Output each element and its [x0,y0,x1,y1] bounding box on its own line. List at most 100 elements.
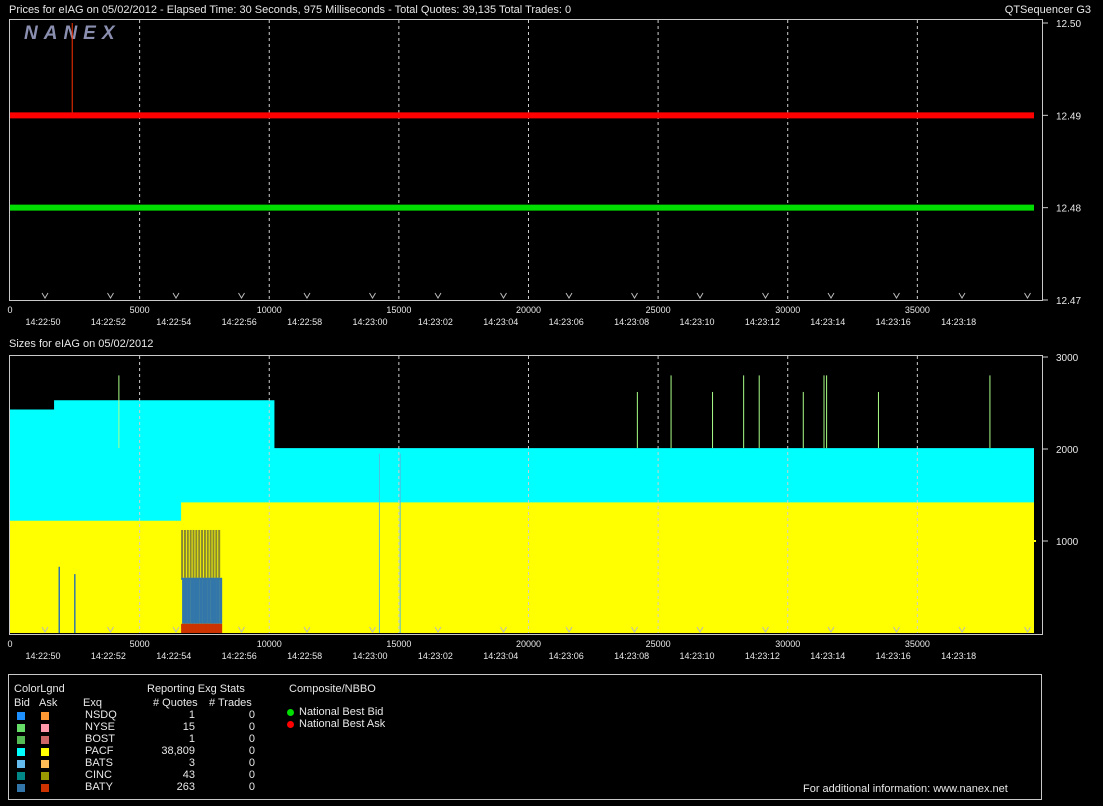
time-tick-label: 14:23:04 [483,651,518,661]
stats-title: Reporting Exg Stats [147,683,245,695]
cluster-bar-top [201,529,204,578]
nba-dot-icon [287,721,294,728]
cluster-bar-top [209,529,212,578]
time-tick-label: 14:23:08 [614,651,649,661]
legend-panel: ColorLgnd Bid Ask Exq Reporting Exg Stat… [8,674,1042,800]
nbb-label: National Best Bid [299,706,384,718]
ask-color-swatch [41,784,49,792]
x-tick-label: 5000 [130,639,150,649]
size-chart: 0 5000 10000 15000 20000 25000 30000 35000 14:22… [7,353,1079,661]
trades-header: # Trades [209,697,252,709]
composite-title: Composite/NBBO [289,683,376,695]
time-tick-label: 14:23:10 [679,651,714,661]
cluster-bar-mid [219,577,223,624]
nbb-dot-icon [287,709,294,716]
cluster-bar-top [203,529,206,578]
x-tick-label: 0 [7,639,12,649]
cluster-bar-mid [216,577,220,624]
cluster-bar-mid [204,577,208,624]
bid-color-swatch [17,712,25,720]
quote-count: 1 [188,709,195,721]
time-tick-label: 14:23:06 [549,651,584,661]
exchange-name: BATY [85,781,113,793]
cluster-bar-top [215,529,218,578]
trade-count: 0 [248,709,255,721]
cluster-bar-mid [199,577,203,624]
cluster-bar-mid [202,577,206,624]
cluster-band [181,577,220,580]
cluster-bar-mid [193,577,197,624]
time-tick-label: 14:23:00 [352,651,387,661]
quote-count: 43 [182,769,195,781]
bid-color-swatch [17,772,25,780]
exchange-name: NYSE [85,721,115,733]
footer-link[interactable]: For additional information: www.nanex.ne… [803,783,1008,795]
cluster-bar-mid [213,577,217,624]
cluster-bar-top [206,529,209,578]
cluster-bar-top [186,529,189,578]
trade-count: 0 [248,757,255,769]
cluster-bar-mid [210,577,214,624]
cluster-bar-mid [190,577,194,624]
x-tick-label: 10000 [257,639,282,649]
y-tick-label: 3000 [1056,353,1079,364]
exchange-name: NSDQ [85,709,117,721]
exchange-name: BATS [85,757,113,769]
quote-count: 1 [188,733,195,745]
exchange-name: BOST [85,733,115,745]
quote-count: 38,809 [161,745,195,757]
y-tick-label: 2000 [1056,445,1079,456]
cluster-bar-top [198,529,201,578]
cluster-bar-mid [196,577,200,624]
bid-color-swatch [17,748,25,756]
nba-label: National Best Ask [299,718,386,730]
time-tick-label: 14:23:12 [745,651,780,661]
cluster-bar-mid [182,577,186,624]
time-tick-label: 14:22:54 [156,651,191,661]
time-tick-label: 14:22:50 [25,651,60,661]
bid-color-swatch [17,760,25,768]
cluster-bar-mid [207,577,211,624]
trade-count: 0 [248,769,255,781]
trade-count: 0 [248,733,255,745]
quotes-header: # Quotes [153,697,198,709]
time-tick-label: 14:23:02 [418,651,453,661]
quote-count: 15 [182,721,195,733]
time-tick-label: 14:23:18 [941,651,976,661]
exchange-name: PACF [85,745,114,757]
ask-color-swatch [41,736,49,744]
cluster-bar-top [195,529,198,578]
x-tick-label: 15000 [386,639,411,649]
quote-count: 3 [188,757,195,769]
cluster-bar-low [218,623,223,633]
cluster-bar-top [212,529,215,578]
legend-title: ColorLgnd [14,683,65,695]
ask-color-swatch [41,772,49,780]
x-tick-label: 20000 [516,639,541,649]
bid-color-swatch [17,784,25,792]
time-tick-label: 14:22:58 [287,651,322,661]
quote-count: 263 [176,781,195,793]
trade-count: 0 [248,745,255,757]
legend-ask-header: Ask [39,697,58,709]
cluster-bar-top [181,529,184,578]
cluster-bar-mid [184,577,188,624]
cluster-bar-mid [187,577,191,624]
y-tick-label: 1000 [1056,537,1079,548]
trade-count: 0 [248,781,255,793]
legend-exq-header: Exq [83,697,102,709]
time-tick-label: 14:23:14 [810,651,845,661]
x-tick-label: 30000 [775,639,800,649]
time-tick-label: 14:23:16 [876,651,911,661]
legend-bid-header: Bid [14,697,30,709]
cluster-bar-top [192,529,195,578]
x-tick-label: 25000 [646,639,671,649]
cluster-bar-top [189,529,192,578]
trade-count: 0 [248,721,255,733]
x-tick-label: 35000 [905,639,930,649]
ask-color-swatch [41,760,49,768]
cluster-bar-top [218,529,221,578]
ask-color-swatch [41,724,49,732]
bid-color-swatch [17,724,25,732]
exchange-name: CINC [85,769,112,781]
